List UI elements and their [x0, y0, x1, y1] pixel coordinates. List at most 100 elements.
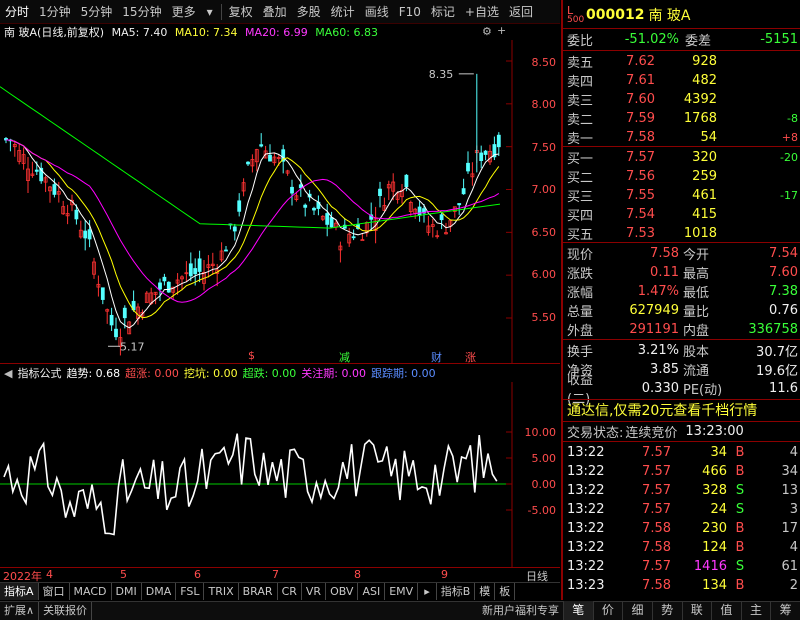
tick-row[interactable]: 13:22 7.57 1416 S 61 [567, 557, 798, 575]
quote-label: 量比 [683, 304, 710, 320]
settings-icon[interactable]: ⚙ [482, 25, 492, 38]
tick-row[interactable]: 13:23 7.58 134 B 2 [567, 576, 798, 594]
indicator-values: 趋势: 0.68 超涨: 0.00 挖坑: 0.00 超跌: 0.00 关注期: 0.0… [66, 365, 435, 381]
price-axis: 8.50 8.00 7.50 7.00 6.50 6.00 5.50 [513, 40, 560, 360]
tick-price: 7.57 [642, 463, 671, 479]
tab-scroll[interactable]: ▸ [418, 583, 437, 600]
tab-zhu[interactable]: 主 [740, 601, 771, 620]
kline-chart[interactable]: 8.355.17 [0, 40, 513, 364]
tab-macd[interactable]: MACD [70, 583, 112, 600]
toolbar-fuquan[interactable]: 复权 [224, 0, 258, 24]
buy-row[interactable]: 买一 7.57 320 -20 [567, 148, 798, 167]
buy-price: 7.54 [626, 206, 655, 222]
indicator-toggle-icon[interactable]: ◀ [4, 367, 12, 380]
tab-bi[interactable]: 笔 [563, 601, 593, 620]
linked-quote-button[interactable]: 关联报价 [39, 602, 93, 620]
buy-row[interactable]: 买三 7.55 461 -17 [567, 186, 798, 205]
sell-volume: 928 [692, 53, 717, 69]
sell-row[interactable]: 卖二 7.59 1768 -8 [567, 109, 798, 128]
candle-body [483, 150, 488, 155]
tab-lian[interactable]: 联 [681, 601, 712, 620]
buy-change: -20 [780, 150, 798, 164]
toolbar-f10[interactable]: F10 [394, 0, 426, 24]
buy-row[interactable]: 买二 7.56 259 [567, 167, 798, 186]
tick-row[interactable]: 13:22 7.58 124 B 4 [567, 538, 798, 556]
tab-brar[interactable]: BRAR [239, 583, 278, 600]
tab-fsl[interactable]: FSL [176, 583, 205, 600]
tick-price: 7.57 [642, 444, 671, 460]
tab-zhi[interactable]: 值 [711, 601, 741, 620]
chevron-down-icon[interactable]: ▾ [201, 5, 219, 19]
tab-obv[interactable]: OBV [326, 583, 359, 600]
tab-dma[interactable]: DMA [142, 583, 177, 600]
indicator-axis: 10.00 5.00 0.00 -5.00 [513, 422, 560, 552]
signal-dollar: $ [248, 349, 255, 362]
tick-row[interactable]: 13:22 7.58 230 B 17 [567, 519, 798, 537]
promo-row[interactable]: 通达信,仅需20元查看千档行情 [567, 401, 798, 419]
tick-side: S [735, 501, 745, 517]
candle-body [417, 206, 422, 216]
sell-label: 卖五 [567, 55, 594, 71]
indicator-name[interactable]: 指标公式 [17, 365, 61, 381]
tab-jia[interactable]: 价 [592, 601, 623, 620]
sell-row[interactable]: 卖一 7.58 54 +8 [567, 128, 798, 147]
tab-shi[interactable]: 势 [651, 601, 682, 620]
sell-change: +8 [781, 130, 798, 144]
sell-price: 7.59 [626, 110, 655, 126]
toolbar-zixuan[interactable]: +自选 [460, 0, 504, 24]
toolbar-fenshi[interactable]: 分时 [0, 0, 34, 24]
add-icon[interactable]: + [497, 24, 506, 37]
sell-volume: 54 [700, 129, 717, 145]
toolbar-5min[interactable]: 5分钟 [76, 0, 118, 24]
candle-body [329, 217, 334, 228]
toolbar-tongji[interactable]: 统计 [326, 0, 360, 24]
tab-window[interactable]: 窗口 [39, 583, 70, 600]
toolbar-more[interactable]: 更多 [167, 0, 201, 24]
toolbar-diejia[interactable]: 叠加 [258, 0, 292, 24]
tick-price: 7.58 [642, 577, 671, 593]
promo-link[interactable]: 新用户福利专享 [478, 602, 563, 620]
stock-name: 南 玻A [648, 8, 691, 24]
tick-count: 13 [781, 482, 798, 498]
toolbar-huaxian[interactable]: 画线 [360, 0, 394, 24]
tick-row[interactable]: 13:22 7.57 466 B 34 [567, 462, 798, 480]
tab-ban[interactable]: 板 [495, 583, 516, 600]
toolbar-duogu[interactable]: 多股 [292, 0, 326, 24]
tab-zhibiao-b[interactable]: 指标B [437, 583, 476, 600]
sell-row[interactable]: 卖四 7.61 482 [567, 71, 798, 90]
buy-row[interactable]: 买四 7.54 415 [567, 205, 798, 224]
sell-row[interactable]: 卖三 7.60 4392 [567, 90, 798, 109]
expand-button[interactable]: 扩展∧ [0, 602, 40, 620]
ind-tick: 5.00 [531, 452, 557, 465]
date-axis: 2022年 4 5 6 7 8 9 日线 [0, 567, 560, 583]
tick-row[interactable]: 13:22 7.57 328 S 13 [567, 481, 798, 499]
tick-row[interactable]: 13:22 7.57 34 B 4 [567, 443, 798, 461]
fundamentals-row: 收益(二) 0.330 PE(动) 11.6 [567, 373, 798, 407]
tick-volume: 24 [710, 501, 727, 517]
tab-mu[interactable]: 模 [475, 583, 496, 600]
fundamentals-label: 股本 [683, 344, 710, 360]
tab-cr[interactable]: CR [278, 583, 302, 600]
toolbar-fanhui[interactable]: 返回 [504, 0, 538, 24]
tab-chou[interactable]: 筹 [770, 601, 800, 620]
tab-asi[interactable]: ASI [358, 583, 386, 600]
fundamentals-label: 流通 [683, 363, 710, 379]
indicator-chart[interactable] [0, 382, 513, 568]
sell-row[interactable]: 卖五 7.62 928 [567, 52, 798, 71]
toolbar-biaoji[interactable]: 标记 [426, 0, 460, 24]
tick-price: 7.57 [642, 558, 671, 574]
tab-vr[interactable]: VR [302, 583, 327, 600]
tab-xi[interactable]: 细 [622, 601, 652, 620]
tick-row[interactable]: 13:22 7.57 24 S 3 [567, 500, 798, 518]
quote-row: 现价 7.58 今开 7.54 [567, 244, 798, 263]
tick-price: 7.58 [642, 520, 671, 536]
toolbar-15min[interactable]: 15分钟 [117, 0, 166, 24]
tab-trix[interactable]: TRIX [204, 583, 239, 600]
toolbar-1min[interactable]: 1分钟 [34, 0, 76, 24]
buy-row[interactable]: 买五 7.53 1018 [567, 224, 798, 243]
buy-change: -17 [780, 188, 798, 202]
tab-zhibiao-a[interactable]: 指标A [0, 583, 39, 600]
tab-emv[interactable]: EMV [385, 583, 419, 600]
tab-dmi[interactable]: DMI [112, 583, 142, 600]
promo-text[interactable]: 通达信,仅需20元查看千档行情 [567, 400, 757, 420]
